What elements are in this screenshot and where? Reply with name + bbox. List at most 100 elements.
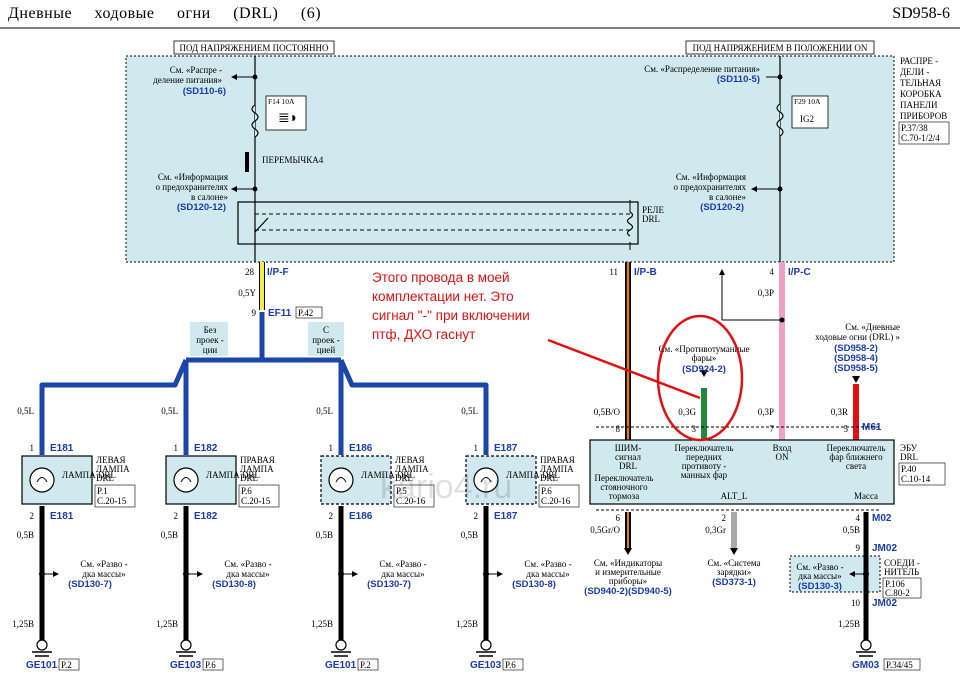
lamp-wire-mid: 0,5B <box>461 530 478 540</box>
lamp-e181: 0,5L1 E181ЛАМПА DRLЛЕВАЯЛАМПАDRLP.1C.20-1… <box>12 406 136 671</box>
split-with-proj-0: С <box>323 325 329 335</box>
ground-icon <box>36 639 48 651</box>
ipb-connector: I/P-B <box>634 267 657 278</box>
ipc-pin: 4 <box>770 267 775 277</box>
lamp-pin-1: 1 <box>329 443 334 453</box>
lamp-wire-top: 0,5L <box>461 406 478 416</box>
ground-ref-1: дка массы» <box>381 569 424 579</box>
fuse-info-left-code: (SD120-12) <box>177 202 226 213</box>
bulb-icon <box>173 467 199 493</box>
ecu-pin-7: 7 <box>770 424 775 434</box>
ground-ref-0: См. «Разво - <box>224 559 271 569</box>
ground-ref-code: (SD130-7) <box>68 579 112 590</box>
m02-connector: M02 <box>872 513 892 524</box>
wire-ipb: 11 I/P-B 0,5B/O 8 <box>594 262 657 440</box>
dist-left-ref-code: (SD110-6) <box>183 86 226 97</box>
ecu-pin-2: 2 <box>722 513 727 523</box>
splice-name-1: НИТЕЛЬ <box>884 567 919 577</box>
fuse-info-right-code: (SD120-2) <box>700 202 744 213</box>
ecu-pin-8: 8 <box>616 424 621 434</box>
ground-ref-1: дка массы» <box>82 569 125 579</box>
wire-ipf: 28 I/P-F 0,5Y 9 EF11 P.42 <box>238 262 323 319</box>
lamp-page-1: C.20-15 <box>97 496 127 506</box>
ground-page: P.2 <box>360 660 371 670</box>
split-with-proj-1: проек - <box>312 335 340 345</box>
lamp-page-1: C.20-15 <box>241 496 271 506</box>
annotation-line-1: комплектации нет. Это <box>372 289 514 304</box>
lamp-wire-bottom: 1,25B <box>12 619 34 629</box>
splice-page-1: C.80-2 <box>885 588 910 598</box>
lamp-e182: 0,5L1 E182ЛАМПА DRLПРАВАЯЛАМПАDRLP.6C.20-… <box>156 406 280 671</box>
gm03-label: GM03 <box>852 660 880 671</box>
lamp-page-1: C.20-16 <box>541 496 571 506</box>
ground-right-code: (SD130-3) <box>798 581 842 592</box>
lamp-wire-top: 0,5L <box>316 406 333 416</box>
wire-03gr: 0,3Gr <box>705 525 726 535</box>
cluster-ref-2: приборы» <box>609 576 647 586</box>
ground-ref-code: (SD130-8) <box>212 579 256 590</box>
annotation-circle <box>656 314 744 442</box>
wire-125b-right: 1,25B <box>838 619 860 629</box>
ef11-pin: 9 <box>252 308 257 318</box>
charging-ref-code: (SD373-1) <box>712 577 756 588</box>
lamp-conn-top: E186 <box>349 443 373 454</box>
wire-ecu-ground: 4 M02 0,5B 9 JM02 См. «Разво - дка массы… <box>789 512 922 671</box>
lamp-pin-1: 1 <box>174 443 179 453</box>
lamp-conn-bottom: E186 <box>349 511 373 522</box>
ef11-page: P.42 <box>298 308 313 318</box>
ground-label: GE103 <box>170 660 202 671</box>
ground-ref-0: См. «Разво - <box>80 559 127 569</box>
ecu-park-2: тормоза <box>609 491 639 501</box>
ecu-pwm-2: DRL <box>619 461 637 471</box>
junction-box-name: РАСПРЕ - ДЕЛИ - ТЕЛЬНАЯ КОРОБКА ПАНЕЛИ П… <box>898 56 950 145</box>
ecu-on-1: ON <box>776 452 789 462</box>
ecu-pin-3: 3 <box>692 424 697 434</box>
jb-page-0: P.37/38 <box>901 123 928 133</box>
lamp-wire-mid: 0,5B <box>17 530 34 540</box>
lamp-e186: 0,5L1 E186ЛАМПА DRLЛЕВАЯЛАМПАDRLP.5C.20-1… <box>311 406 435 671</box>
ground-ref-code: (SD130-7) <box>367 579 411 590</box>
jb-name-5: ПРИБОРОВ <box>900 111 947 121</box>
ecu-page-1: C.10-14 <box>901 474 931 484</box>
split-no-proj-2: ции <box>203 345 218 355</box>
wire-03p: 0,3P <box>758 407 774 417</box>
ground-ref-code: (SD130-8) <box>512 579 556 590</box>
ground-icon <box>480 639 492 651</box>
ecu-pin-6: 6 <box>616 513 621 523</box>
lamp-wire-top: 0,5L <box>17 406 34 416</box>
annotation-line-2: сигнал "-" при включении <box>372 308 530 323</box>
ground-page: P.6 <box>205 660 216 670</box>
ecu-pin-5: 5 <box>844 424 849 434</box>
annotation-line-3: птф, ДХО гаснут <box>372 327 475 342</box>
wire-05y: 0,5Y <box>238 288 256 298</box>
jb-page-1: C.70-1/2/4 <box>901 133 940 143</box>
ground-ref-0: См. «Разво - <box>524 559 571 569</box>
lamp-page-0: P.6 <box>541 486 552 496</box>
wire-05gro: 0,5Gr/O <box>590 525 620 535</box>
fuse-info-right-2: в салоне» <box>709 192 746 202</box>
lamp-page-0: P.1 <box>97 486 108 496</box>
annotation-line-0: Этого провода в моей <box>372 270 510 285</box>
ground-page: P.2 <box>61 660 72 670</box>
lamp-pin-1: 1 <box>30 443 35 453</box>
ground-gm03-icon <box>860 639 872 651</box>
fuse-info-right-1: о предохранителях <box>674 182 747 192</box>
jb-name-3: КОРОБКА <box>900 89 942 99</box>
watermark: kario4.ru <box>380 468 512 506</box>
ipb-pin: 11 <box>609 267 618 277</box>
fog-ref-code: (SD924-2) <box>682 364 726 375</box>
ground-label: GE101 <box>325 660 357 671</box>
lamp-pin-1: 1 <box>474 443 479 453</box>
split-no-proj-0: Без <box>204 325 217 335</box>
jb-name-2: ТЕЛЬНАЯ <box>900 78 941 88</box>
splice-pin-in: 9 <box>856 543 861 553</box>
split-with-proj-2: цией <box>317 345 336 355</box>
fog-ref-1: фары» <box>692 353 717 363</box>
jm02-connector-b: JM02 <box>872 598 897 609</box>
lamp-conn-top: E182 <box>194 443 218 454</box>
drl-ref-1: ходовые огни (DRL) » <box>815 332 900 342</box>
ecu-low-2: света <box>846 461 866 471</box>
headlight-icon: ≣◗ <box>278 111 298 126</box>
fuse-f29-label: F29 10A <box>794 97 821 106</box>
ipc-connector: I/P-C <box>788 267 811 278</box>
